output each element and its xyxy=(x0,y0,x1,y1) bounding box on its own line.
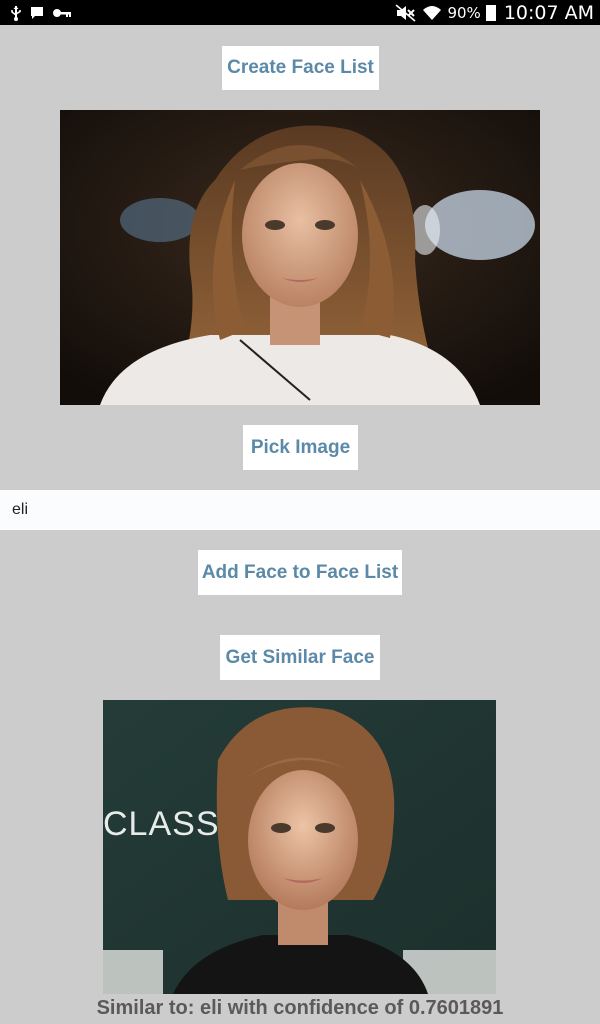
status-left-icons xyxy=(10,5,72,21)
status-right-icons: 90% 10:07 AM xyxy=(395,2,594,24)
create-face-list-button[interactable]: Create Face List xyxy=(222,46,379,90)
pick-image-label: Pick Image xyxy=(250,436,351,458)
battery-percent: 90% xyxy=(447,3,481,22)
face-name-input[interactable] xyxy=(0,490,600,530)
add-face-label: Add Face to Face List xyxy=(201,561,399,583)
add-face-to-face-list-button[interactable]: Add Face to Face List xyxy=(198,550,402,595)
mute-icon xyxy=(395,3,417,22)
pick-image-button[interactable]: Pick Image xyxy=(243,425,358,470)
message-icon xyxy=(30,6,44,20)
picked-face-image xyxy=(60,110,540,405)
get-similar-face-button[interactable]: Get Similar Face xyxy=(220,635,380,680)
battery-icon xyxy=(485,4,496,21)
create-face-list-label: Create Face List xyxy=(227,57,374,78)
status-bar: 90% 10:07 AM xyxy=(0,0,600,25)
wifi-icon xyxy=(422,4,442,22)
usb-icon xyxy=(10,5,22,21)
similar-face-image: CLASSICS xyxy=(103,700,496,994)
get-similar-face-label: Get Similar Face xyxy=(225,646,375,668)
similarity-result-text: Similar to: eli with confidence of 0.760… xyxy=(96,997,504,1019)
clock: 10:07 AM xyxy=(503,1,594,24)
key-icon xyxy=(52,7,72,19)
